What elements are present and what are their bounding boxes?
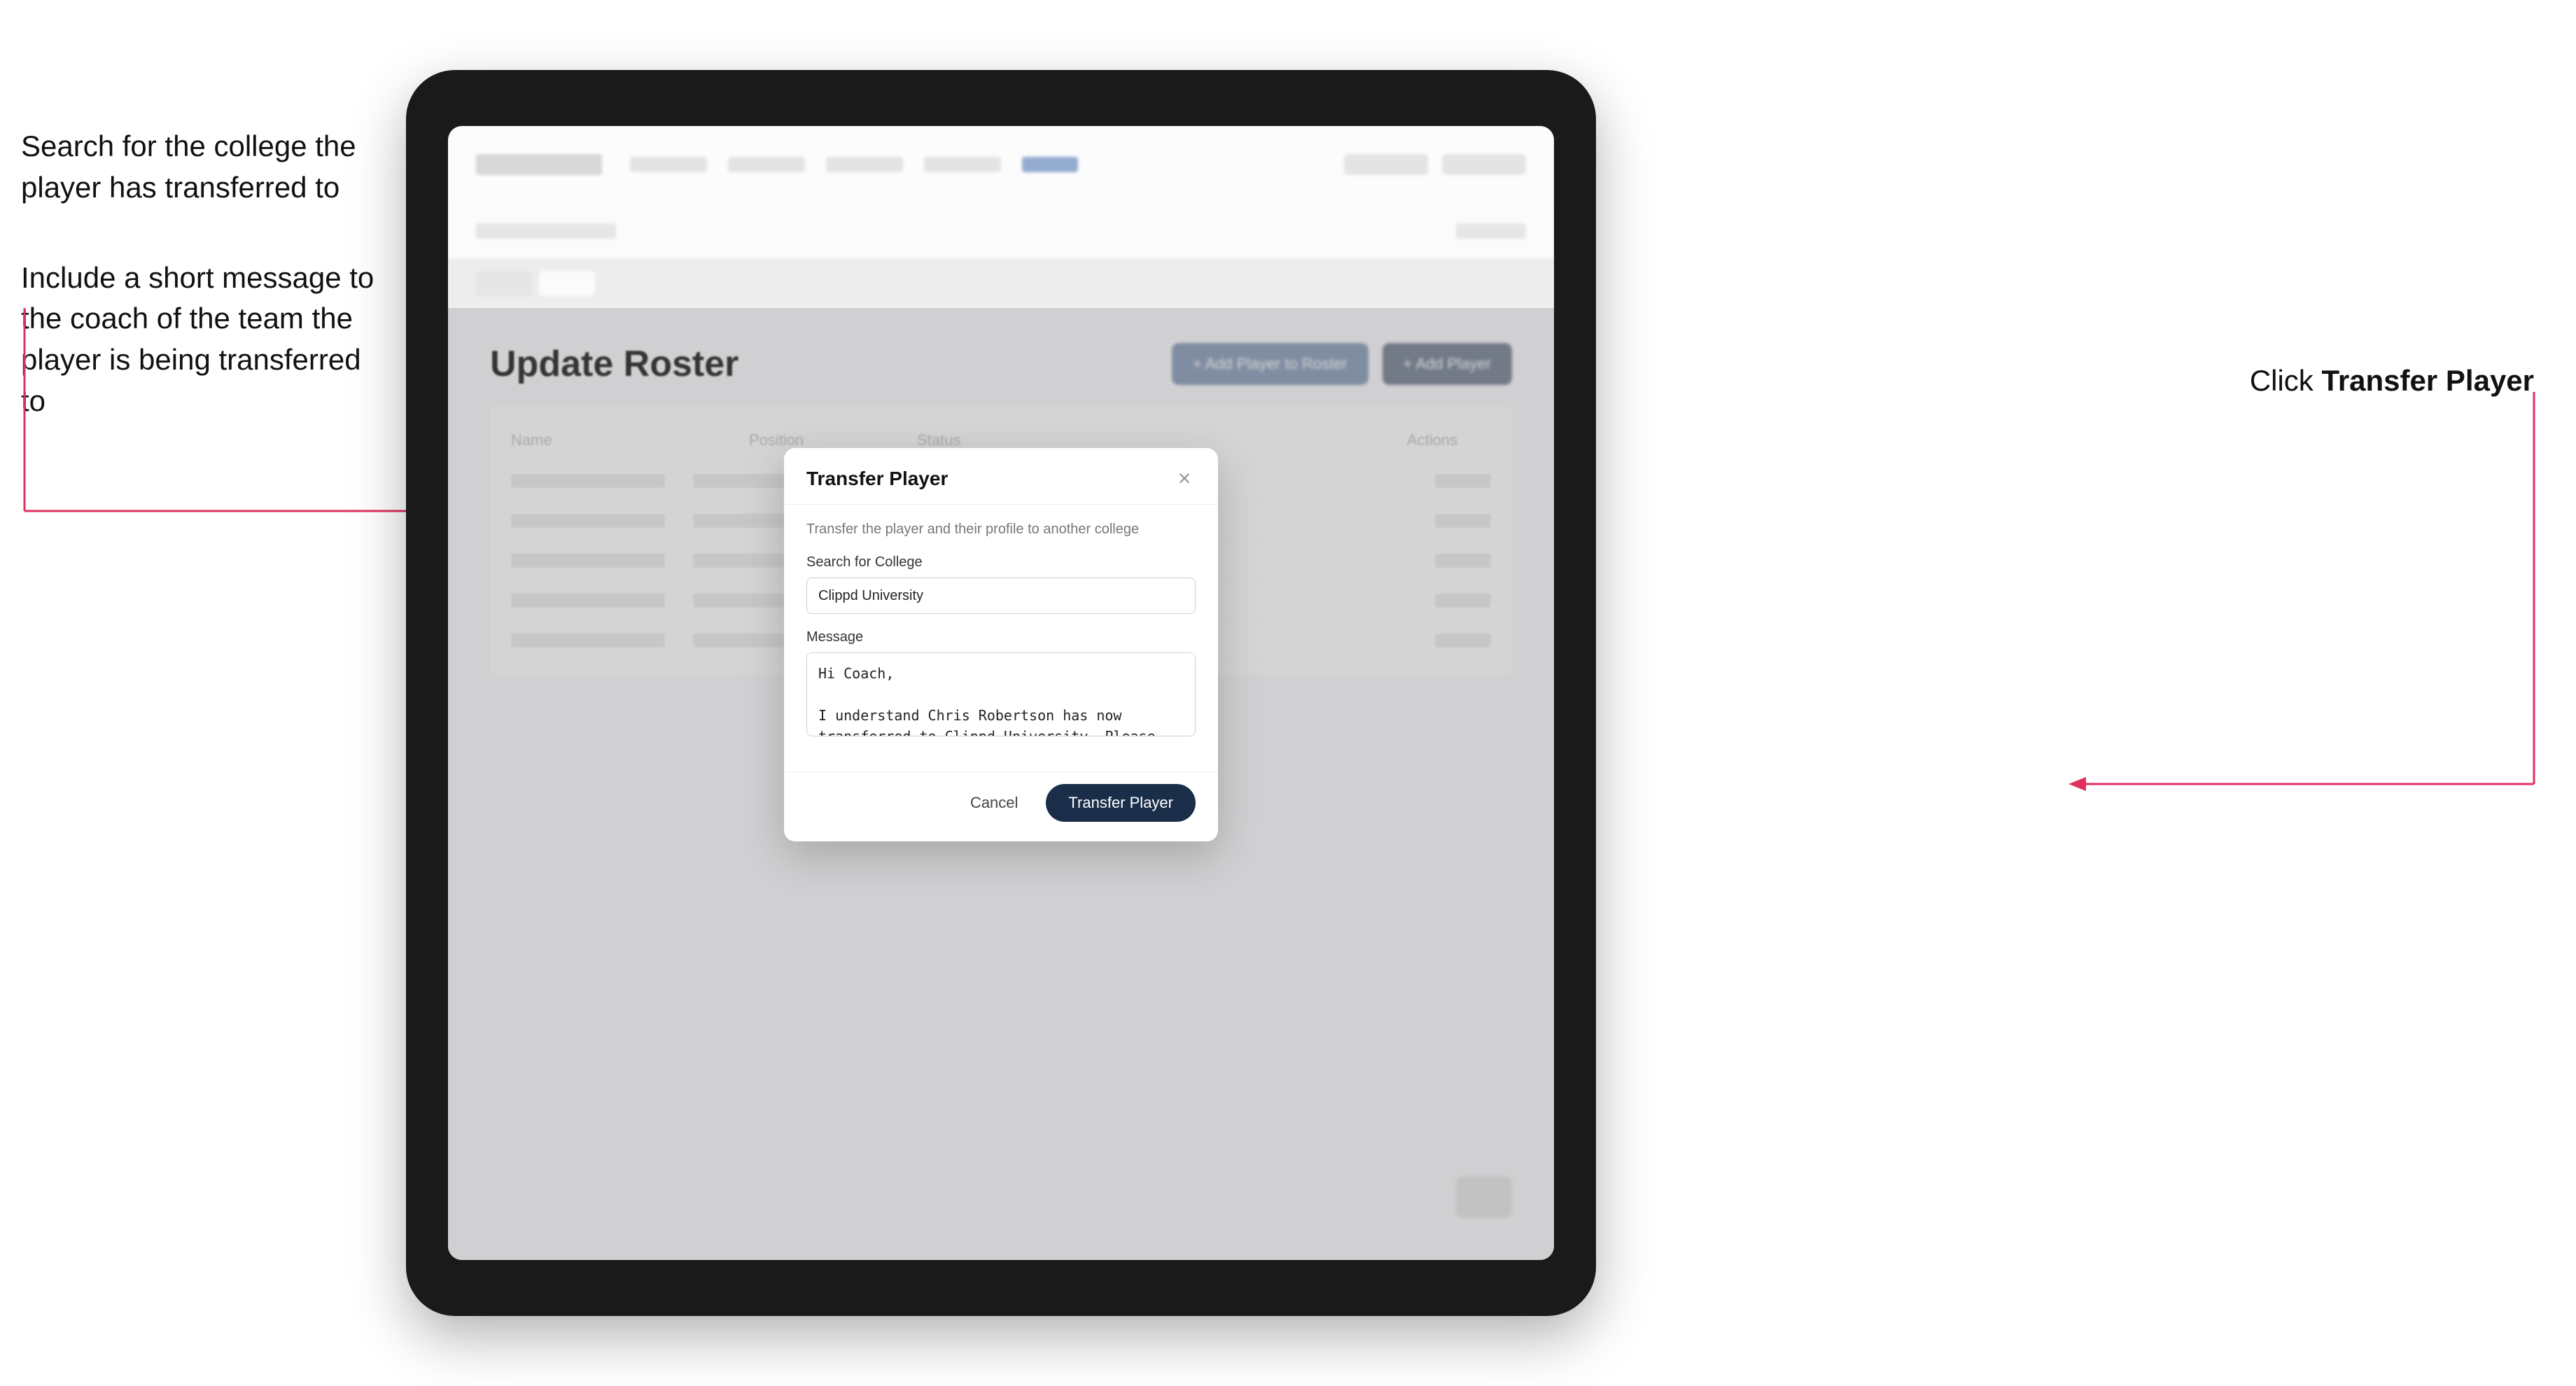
nav-help-btn [1442,154,1526,175]
annotation-search-text: Search for the college the player has tr… [21,126,385,209]
nav-matches [826,157,903,172]
nav-community [630,157,707,172]
modal-title: Transfer Player [806,468,948,490]
message-group: Message Hi Coach, I understand Chris Rob… [806,629,1196,740]
breadcrumb [476,223,616,239]
cancel-button[interactable]: Cancel [956,785,1032,820]
close-icon[interactable]: ✕ [1173,468,1196,490]
main-content: Update Roster + Add Player to Roster + A… [448,308,1554,1260]
modal-body: Transfer the player and their profile to… [784,505,1218,772]
transfer-player-button[interactable]: Transfer Player [1046,784,1196,822]
app-header [448,126,1554,203]
modal-header: Transfer Player ✕ [784,448,1218,505]
order-action [1456,223,1526,239]
search-college-group: Search for College [806,554,1196,614]
nav-tools [728,157,805,172]
nav-active [1022,157,1078,172]
nav-items [630,157,1316,172]
tabs-row [448,259,1554,308]
tablet-frame: Update Roster + Add Player to Roster + A… [406,70,1596,1316]
transfer-player-modal: Transfer Player ✕ Transfer the player an… [784,448,1218,841]
sub-header [448,203,1554,259]
search-college-input[interactable] [806,578,1196,614]
modal-description: Transfer the player and their profile to… [806,522,1196,538]
nav-manage-btn [1344,154,1428,175]
tab-roster [539,271,595,296]
tab-edit [476,271,532,296]
left-arrow [18,308,451,546]
search-college-label: Search for College [806,554,1196,570]
modal-footer: Cancel Transfer Player [784,772,1218,841]
message-textarea[interactable]: Hi Coach, I understand Chris Robertson h… [806,652,1196,736]
nav-moreinfo [924,157,1001,172]
app-logo [476,154,602,175]
nav-right [1344,154,1526,175]
message-label: Message [806,629,1196,645]
tablet-screen: Update Roster + Add Player to Roster + A… [448,126,1554,1260]
modal-overlay: Transfer Player ✕ Transfer the player an… [448,308,1554,1260]
right-arrow [2047,392,2538,812]
